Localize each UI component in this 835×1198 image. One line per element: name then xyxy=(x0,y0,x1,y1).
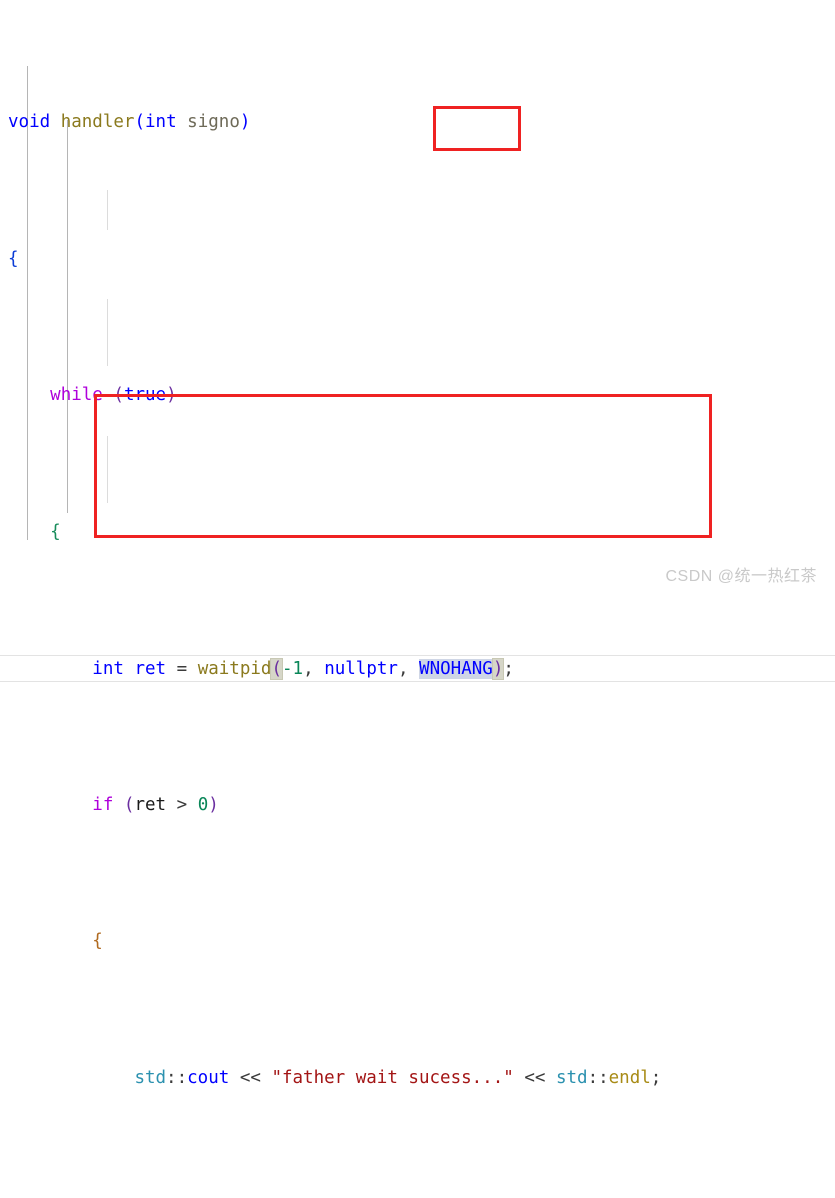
token-number-zero: 0 xyxy=(197,794,209,815)
token-keyword-if: if xyxy=(92,794,114,815)
token-string-wait-sucess: "father wait sucess..." xyxy=(271,1067,514,1088)
code-line[interactable]: { xyxy=(0,519,835,546)
token-open-paren: ( xyxy=(123,794,135,815)
token-open-brace-depth2: { xyxy=(50,521,61,542)
token-open-brace-depth3: { xyxy=(92,931,103,952)
token-open-paren: ( xyxy=(113,385,124,406)
token-close-paren: ) xyxy=(239,112,251,133)
token-scope-resolution: :: xyxy=(587,1067,609,1088)
token-namespace-std: std xyxy=(555,1067,588,1088)
token-stream-endl: endl xyxy=(608,1067,651,1088)
token-stream-cout: cout xyxy=(187,1067,230,1088)
token-keyword-while: while xyxy=(50,385,103,406)
token-assign: = xyxy=(176,659,188,680)
code-block[interactable]: void handler(int signo) { while (true) {… xyxy=(0,0,835,1198)
token-operator-shift: << xyxy=(524,1067,546,1088)
code-line[interactable]: { xyxy=(0,928,835,955)
token-namespace-std: std xyxy=(134,1067,167,1088)
token-operator-shift: << xyxy=(239,1067,261,1088)
token-variable-ret: ret xyxy=(134,794,167,815)
code-line[interactable]: { xyxy=(0,246,835,273)
code-line-current[interactable]: int ret = waitpid(-1, nullptr, WNOHANG); xyxy=(0,655,835,683)
token-macro-wnohang-selected[interactable]: WNOHANG xyxy=(419,659,493,680)
code-line[interactable]: if (ret > 0) xyxy=(0,792,835,819)
token-open-brace-depth1: { xyxy=(8,248,19,269)
token-semicolon: ; xyxy=(650,1067,662,1088)
indent-guide-level3-a xyxy=(107,190,108,230)
token-number-minus-one: -1 xyxy=(282,659,304,680)
indent-guide-level2 xyxy=(67,120,68,513)
token-matching-paren-highlight: ( xyxy=(270,658,283,681)
token-function-handler: handler xyxy=(60,112,135,133)
token-comma: , xyxy=(303,659,314,680)
token-close-paren: ) xyxy=(166,385,177,406)
indent-guide-level3-b xyxy=(107,299,108,366)
csdn-watermark: CSDN @统一热红茶 xyxy=(665,568,817,585)
indent-guide-level3-c xyxy=(107,436,108,503)
token-param-signo: signo xyxy=(187,112,240,133)
code-line[interactable]: while (true) xyxy=(0,382,835,409)
token-open-paren: ( xyxy=(134,112,146,133)
token-keyword-true: true xyxy=(123,385,167,406)
token-semicolon: ; xyxy=(503,659,514,680)
token-operator-gt: > xyxy=(176,794,188,815)
token-matching-paren-highlight: ) xyxy=(491,658,505,681)
token-keyword-int: int xyxy=(145,112,177,133)
token-close-paren: ) xyxy=(208,794,219,815)
indent-guide-level1 xyxy=(27,66,28,540)
token-keyword-int: int xyxy=(92,659,124,680)
code-line[interactable]: void handler(int signo) xyxy=(0,109,835,136)
token-variable-ret: ret xyxy=(134,659,167,680)
code-editor-surface[interactable]: void handler(int signo) { while (true) {… xyxy=(0,0,835,1088)
token-scope-resolution: :: xyxy=(166,1067,188,1088)
token-keyword-nullptr: nullptr xyxy=(324,659,398,680)
token-function-waitpid: waitpid xyxy=(197,659,272,680)
token-keyword-void: void xyxy=(8,112,51,133)
code-line[interactable]: std::cout << "father wait sucess..." << … xyxy=(0,1065,835,1092)
token-comma: , xyxy=(397,659,409,680)
